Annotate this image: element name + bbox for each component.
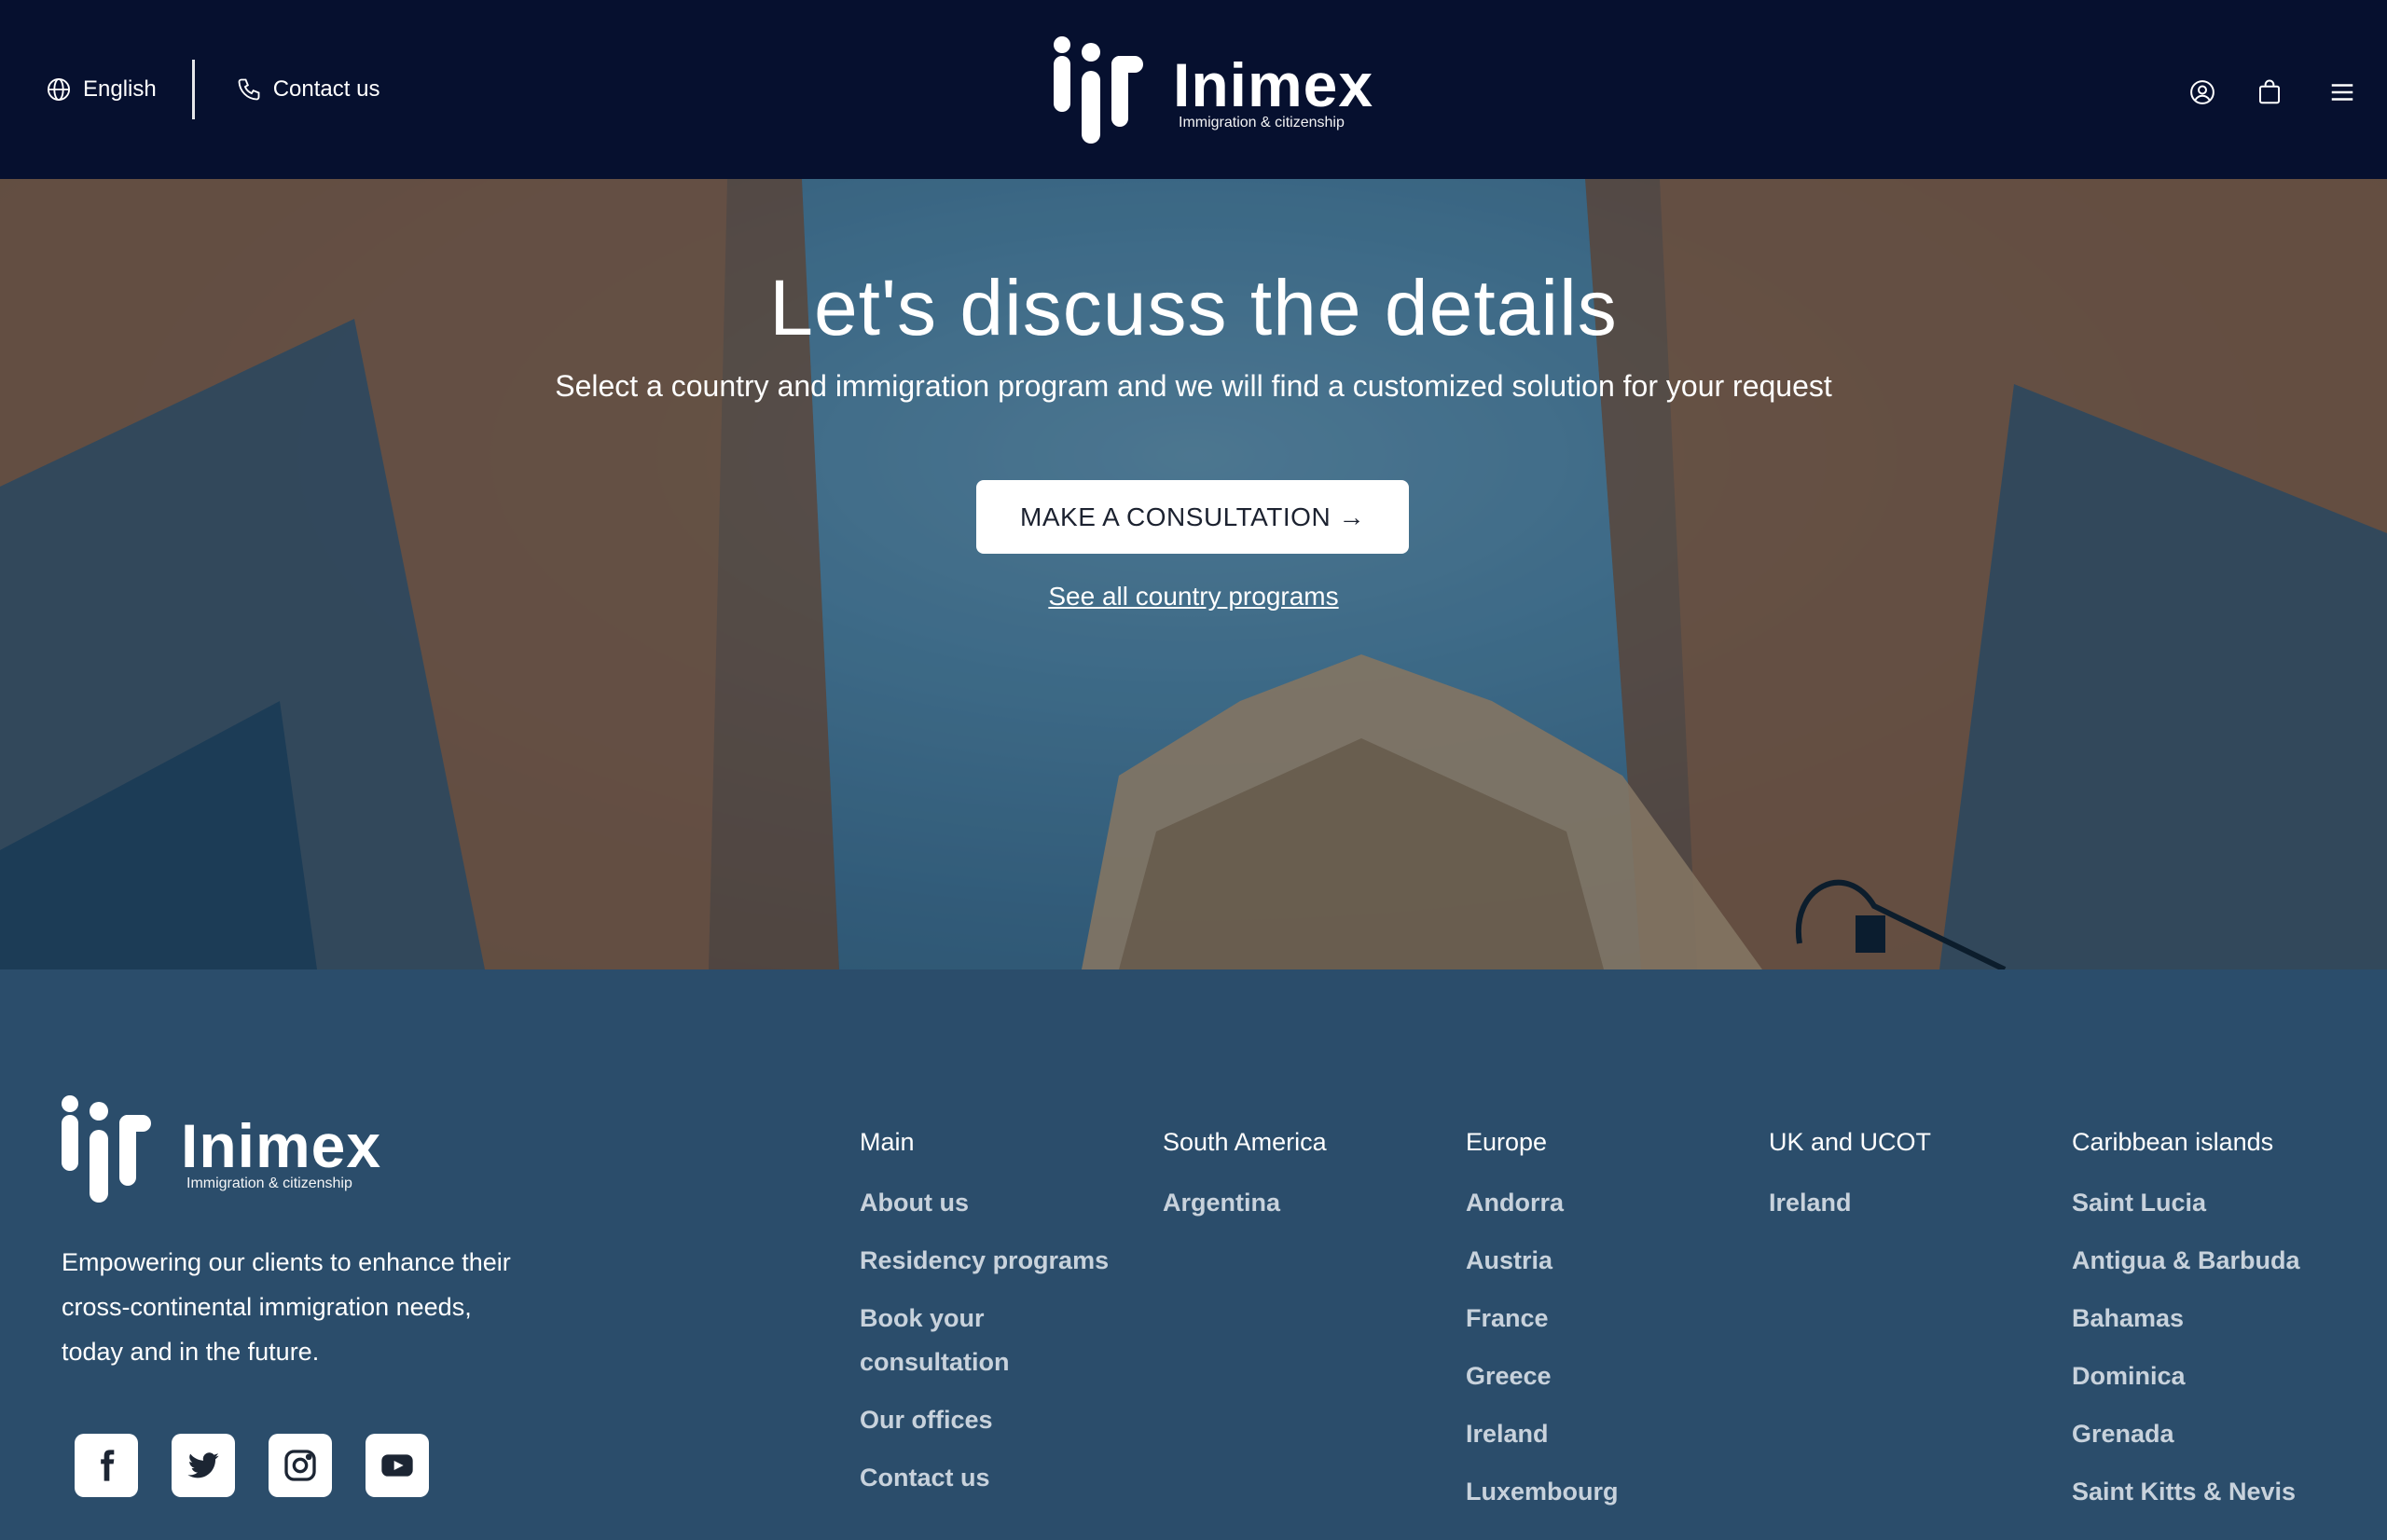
footer-link[interactable]: Andorra [1466, 1181, 1764, 1225]
footer-link[interactable]: About us [860, 1181, 1158, 1225]
language-label: English [83, 76, 157, 102]
youtube-link[interactable] [366, 1434, 429, 1497]
footer-column-south-america: South America Argentina [1163, 1128, 1461, 1239]
menu-icon [2331, 84, 2353, 101]
footer-link[interactable]: Luxembourg [1466, 1470, 1764, 1514]
footer-link[interactable]: Argentina [1163, 1181, 1461, 1225]
footer-link[interactable]: Residency programs [860, 1239, 1158, 1283]
header-right [2180, 67, 2387, 117]
site-logo[interactable]: Inimex Immigration & citizenship [1054, 35, 1373, 144]
footer-link[interactable]: Ireland [1769, 1181, 2067, 1225]
logo-tagline: Immigration & citizenship [1179, 115, 1345, 131]
footer-link[interactable]: Dominica [2072, 1354, 2370, 1398]
footer-description-line: cross-continental immigration needs, [62, 1293, 472, 1321]
twitter-icon [187, 1452, 219, 1478]
twitter-link[interactable] [172, 1434, 235, 1497]
footer-link[interactable]: Saint Lucia [2072, 1181, 2370, 1225]
logo-name: Inimex [1173, 50, 1374, 119]
footer-link[interactable]: Grenada [2072, 1412, 2370, 1456]
footer-column-main: Main About us Residency programs Book yo… [860, 1128, 1158, 1514]
cart-button[interactable] [2247, 70, 2292, 115]
footer-link[interactable]: Book your consultation [860, 1297, 1102, 1384]
facebook-icon [101, 1450, 115, 1481]
footer-link[interactable]: Bahamas [2072, 1297, 2370, 1341]
footer-link[interactable]: Ireland [1466, 1412, 1764, 1456]
footer-column-heading[interactable]: Caribbean islands [2072, 1128, 2370, 1157]
footer-description-line: Empowering our clients to enhance their [62, 1248, 511, 1276]
footer-column-heading[interactable]: South America [1163, 1128, 1461, 1157]
footer-link[interactable]: Austria [1466, 1239, 1764, 1283]
globe-icon [47, 77, 71, 102]
logo-mark-icon [1054, 36, 1143, 144]
footer-column-uk: UK and UCOT Ireland [1769, 1128, 2067, 1239]
contact-link[interactable]: Contact us [236, 76, 380, 103]
social-links [75, 1434, 429, 1497]
language-selector[interactable]: English [46, 76, 157, 103]
see-all-programs-link[interactable]: See all country programs [0, 582, 2387, 612]
instagram-link[interactable] [269, 1434, 332, 1497]
logo-mark-icon [62, 1095, 151, 1203]
footer-link[interactable]: Contact us [860, 1456, 1158, 1500]
header-left: English Contact us [46, 60, 379, 119]
footer-logo-name: Inimex [181, 1111, 382, 1180]
footer-logo[interactable]: Inimex Immigration & citizenship [62, 1094, 381, 1203]
site-footer: Inimex Immigration & citizenship Empower… [0, 969, 2387, 1540]
footer-column-europe: Europe Andorra Austria France Greece Ire… [1466, 1128, 1764, 1528]
make-consultation-button[interactable]: MAKE A CONSULTATION → [976, 480, 1409, 554]
footer-link[interactable]: Our offices [860, 1398, 1158, 1442]
header-divider [191, 60, 195, 119]
footer-column-heading[interactable]: Main [860, 1128, 1158, 1157]
footer-column-heading[interactable]: Europe [1466, 1128, 1764, 1157]
hero-subtitle: Select a country and immigration program… [555, 369, 1832, 403]
user-icon [2190, 80, 2215, 104]
footer-link[interactable]: Antigua & Barbuda [2072, 1239, 2370, 1283]
footer-description-line: today and in the future. [62, 1338, 320, 1366]
footer-logo-tagline: Immigration & citizenship [186, 1176, 352, 1191]
account-button[interactable] [2180, 70, 2225, 115]
contact-label: Contact us [272, 76, 380, 102]
hero-title: Let's discuss the details [769, 264, 1618, 351]
footer-link[interactable]: Greece [1466, 1354, 1764, 1398]
footer-link[interactable]: Saint Kitts & Nevis [2072, 1470, 2370, 1514]
footer-link[interactable]: France [1466, 1297, 1764, 1341]
hero-section: Let's discuss the details Select a count… [0, 179, 2387, 969]
youtube-icon [381, 1454, 413, 1477]
instagram-icon [284, 1450, 316, 1481]
bag-icon [2259, 79, 2280, 104]
menu-button[interactable] [2320, 70, 2365, 115]
site-header: English Contact us Inimex Immigration & … [0, 0, 2387, 179]
footer-column-caribbean: Caribbean islands Saint Lucia Antigua & … [2072, 1128, 2370, 1528]
facebook-link[interactable] [75, 1434, 138, 1497]
phone-icon [238, 78, 260, 101]
footer-description: Empowering our clients to enhance their … [62, 1240, 584, 1374]
footer-column-heading[interactable]: UK and UCOT [1769, 1128, 2067, 1157]
